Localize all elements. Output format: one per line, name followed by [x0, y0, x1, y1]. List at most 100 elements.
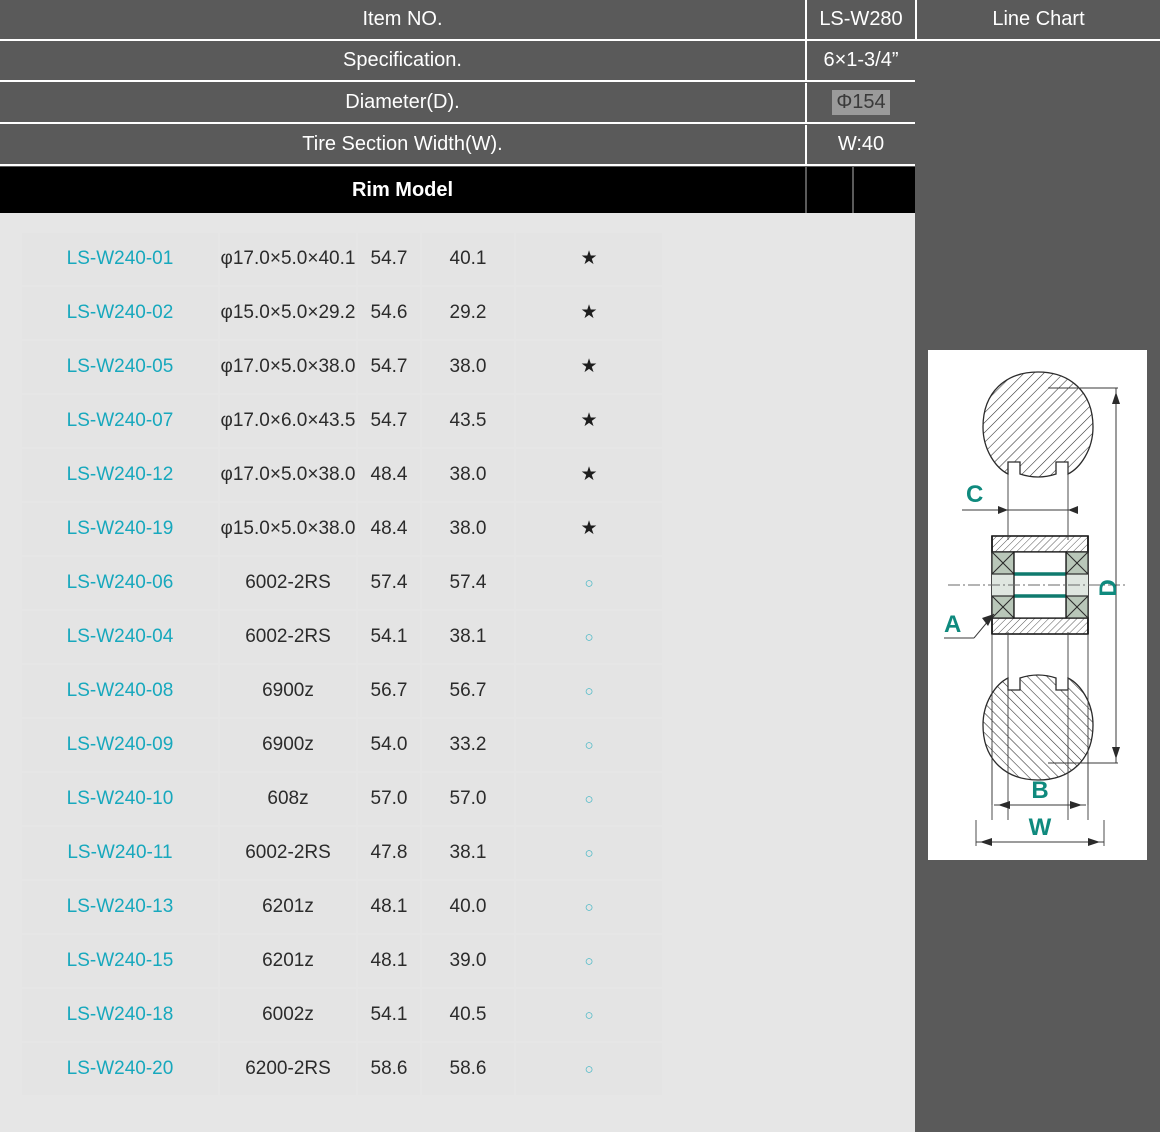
- cell-spec: 608z: [220, 773, 356, 825]
- dimension-label-b: B: [1031, 777, 1048, 804]
- rim-model-table: LS-W240-01 φ17.0×5.0×40.1 54.7 40.1 ★ LS-W240…: [20, 231, 664, 1097]
- cell-spec: 6200-2RS: [220, 1043, 356, 1095]
- cell-model[interactable]: LS-W240-11: [22, 827, 218, 879]
- lower-tire-section: [982, 674, 1094, 781]
- table-row: LS-W240-20 6200-2RS 58.6 58.6 ○: [22, 1043, 662, 1095]
- cell-spec: φ17.0×5.0×38.0: [220, 449, 356, 501]
- rim-model-table-area: LS-W240-01 φ17.0×5.0×40.1 54.7 40.1 ★ LS-W240…: [0, 213, 915, 1132]
- cell-mark: ○: [516, 881, 662, 933]
- header-value-item-no: LS-W280: [805, 0, 915, 41]
- cell-value1: 54.6: [358, 287, 420, 339]
- table-row: LS-W240-13 6201z 48.1 40.0 ○: [22, 881, 662, 933]
- cell-mark: ○: [516, 665, 662, 717]
- cell-model[interactable]: LS-W240-10: [22, 773, 218, 825]
- header-label-diameter: Diameter(D).: [0, 83, 805, 124]
- dimension-a: A: [944, 611, 995, 639]
- cell-value2: 38.0: [422, 449, 514, 501]
- cell-model[interactable]: LS-W240-02: [22, 287, 218, 339]
- header-value-specification: 6×1-3/4”: [805, 41, 915, 82]
- cell-mark: ○: [516, 611, 662, 663]
- star-icon: ★: [580, 518, 598, 539]
- circle-icon: ○: [584, 737, 594, 754]
- cell-value1: 54.7: [358, 341, 420, 393]
- cell-spec: 6201z: [220, 935, 356, 987]
- dimension-w: W: [975, 814, 1105, 846]
- cell-spec: φ17.0×5.0×40.1: [220, 233, 356, 285]
- cell-model[interactable]: LS-W240-04: [22, 611, 218, 663]
- circle-icon: ○: [584, 953, 594, 970]
- circle-icon: ○: [584, 1007, 594, 1024]
- cell-model[interactable]: LS-W240-06: [22, 557, 218, 609]
- cell-model[interactable]: LS-W240-19: [22, 503, 218, 555]
- cell-value1: 48.1: [358, 881, 420, 933]
- cell-value1: 57.0: [358, 773, 420, 825]
- cell-value1: 54.1: [358, 989, 420, 1041]
- cell-mark: ★: [516, 341, 662, 393]
- table-row: LS-W240-11 6002-2RS 47.8 38.1 ○: [22, 827, 662, 879]
- cell-model[interactable]: LS-W240-20: [22, 1043, 218, 1095]
- cell-spec: 6002z: [220, 989, 356, 1041]
- dimension-c: C: [962, 481, 1078, 514]
- cell-mark: ○: [516, 827, 662, 879]
- cell-model[interactable]: LS-W240-08: [22, 665, 218, 717]
- cell-value1: 54.0: [358, 719, 420, 771]
- table-row: LS-W240-18 6002z 54.1 40.5 ○: [22, 989, 662, 1041]
- star-icon: ★: [580, 464, 598, 485]
- table-row: LS-W240-12 φ17.0×5.0×38.0 48.4 38.0 ★: [22, 449, 662, 501]
- table-row: LS-W240-01 φ17.0×5.0×40.1 54.7 40.1 ★: [22, 233, 662, 285]
- header-value-diameter: Φ154: [805, 83, 915, 124]
- cell-mark: ○: [516, 719, 662, 771]
- cell-model[interactable]: LS-W240-15: [22, 935, 218, 987]
- cell-value1: 54.7: [358, 233, 420, 285]
- cell-mark: ○: [516, 1043, 662, 1095]
- cell-spec: 6002-2RS: [220, 827, 356, 879]
- cell-mark: ★: [516, 395, 662, 447]
- cell-value2: 57.4: [422, 557, 514, 609]
- cell-value2: 58.6: [422, 1043, 514, 1095]
- cell-model[interactable]: LS-W240-07: [22, 395, 218, 447]
- cell-spec: 6002-2RS: [220, 611, 356, 663]
- cell-value1: 56.7: [358, 665, 420, 717]
- cell-model[interactable]: LS-W240-13: [22, 881, 218, 933]
- cell-spec: 6002-2RS: [220, 557, 356, 609]
- cell-mark: ○: [516, 935, 662, 987]
- cell-model[interactable]: LS-W240-05: [22, 341, 218, 393]
- header-value-tire-width: W:40: [805, 125, 915, 166]
- table-body: LS-W240-01 φ17.0×5.0×40.1 54.7 40.1 ★ LS-W240…: [22, 233, 662, 1095]
- cell-model[interactable]: LS-W240-01: [22, 233, 218, 285]
- cell-spec: 6900z: [220, 719, 356, 771]
- cell-model[interactable]: LS-W240-09: [22, 719, 218, 771]
- cell-value2: 38.0: [422, 503, 514, 555]
- cell-value2: 40.0: [422, 881, 514, 933]
- cell-value2: 38.0: [422, 341, 514, 393]
- circle-icon: ○: [584, 845, 594, 862]
- cell-model[interactable]: LS-W240-12: [22, 449, 218, 501]
- cell-model[interactable]: LS-W240-18: [22, 989, 218, 1041]
- star-icon: ★: [580, 302, 598, 323]
- rim-model-section-header: Rim Model: [0, 167, 805, 213]
- dimension-label-d: D: [1095, 579, 1122, 596]
- cell-mark: ★: [516, 503, 662, 555]
- cell-mark: ○: [516, 989, 662, 1041]
- cell-value2: 38.1: [422, 611, 514, 663]
- rim-model-band-cell-right: [854, 167, 915, 213]
- item-no-text: LS-W280: [819, 8, 903, 30]
- dimension-d: D: [1095, 388, 1122, 763]
- cell-value2: 57.0: [422, 773, 514, 825]
- circle-icon: ○: [584, 899, 594, 916]
- cell-mark: ★: [516, 449, 662, 501]
- cell-value1: 57.4: [358, 557, 420, 609]
- table-row: LS-W240-04 6002-2RS 54.1 38.1 ○: [22, 611, 662, 663]
- tire-width-text: W:40: [837, 133, 885, 155]
- cross-section-svg: C A D B W: [944, 371, 1128, 846]
- circle-icon: ○: [584, 629, 594, 646]
- cell-value2: 29.2: [422, 287, 514, 339]
- cell-mark: ★: [516, 233, 662, 285]
- dimension-label-a: A: [944, 611, 961, 638]
- table-row: LS-W240-08 6900z 56.7 56.7 ○: [22, 665, 662, 717]
- cell-spec: φ15.0×5.0×29.2: [220, 287, 356, 339]
- cell-value1: 54.7: [358, 395, 420, 447]
- dimension-label-w: W: [1029, 814, 1052, 841]
- cell-spec: φ17.0×6.0×43.5: [220, 395, 356, 447]
- cell-mark: ★: [516, 287, 662, 339]
